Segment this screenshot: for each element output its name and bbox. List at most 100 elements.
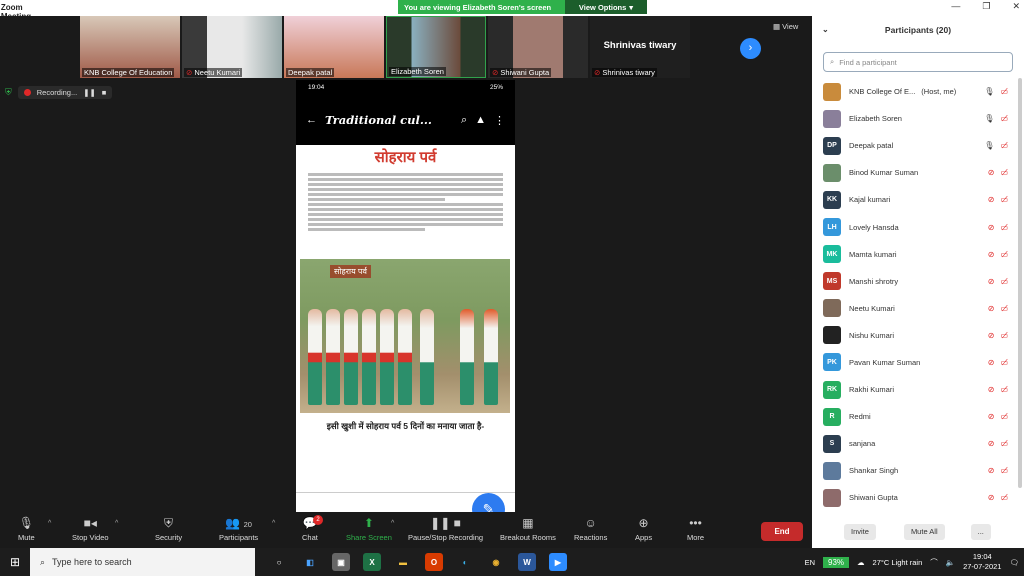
back-arrow-icon[interactable]: ← (306, 114, 317, 126)
invite-button[interactable]: Invite (844, 524, 876, 540)
mic-muted-icon[interactable]: ⊘ (988, 493, 995, 502)
network-icon[interactable]: ⌒ (930, 557, 938, 568)
mic-muted-icon[interactable]: ⊘ (988, 439, 995, 448)
chrome-icon[interactable]: ◉ (487, 553, 505, 571)
mic-muted-icon[interactable]: ⊘ (988, 223, 995, 232)
video-options-caret-icon[interactable]: ^ (115, 520, 118, 527)
participant-row[interactable]: MK Mamta kumari ⊘ ▭̸ (812, 241, 1024, 268)
task-view-icon[interactable]: ◧ (301, 553, 319, 571)
edge-icon[interactable]: ◐ (456, 553, 474, 571)
language-indicator[interactable]: EN (805, 558, 815, 567)
mute-all-button[interactable]: Mute All (903, 524, 945, 540)
video-off-icon[interactable]: ▭̸ (1000, 331, 1008, 340)
audio-options-caret-icon[interactable]: ^ (48, 520, 51, 527)
view-button[interactable]: ▦ View (773, 22, 798, 31)
stop-video-button[interactable]: ■◂ Stop Video (72, 516, 109, 542)
end-meeting-button[interactable]: End (761, 522, 803, 541)
participant-row[interactable]: LH Lovely Hansda ⊘ ▭̸ (812, 213, 1024, 240)
view-options-button[interactable]: View Options ▾ (565, 0, 647, 14)
video-off-icon[interactable]: ▭̸ (1000, 412, 1008, 421)
participant-row[interactable]: Nishu Kumari ⊘ ▭̸ (812, 322, 1024, 349)
maximize-icon[interactable]: ❐ (982, 1, 990, 12)
participant-row[interactable]: MS Manshi shrotry ⊘ ▭̸ (812, 268, 1024, 295)
microphone-icon[interactable]: 🎙 (984, 114, 994, 123)
participant-list-scrollbar[interactable] (1018, 78, 1022, 488)
excel-icon[interactable]: X (363, 553, 381, 571)
microphone-icon[interactable]: 🎙 (984, 87, 994, 96)
participant-row[interactable]: PK Pavan Kumar Suman ⊘ ▭̸ (812, 349, 1024, 376)
notifications-icon[interactable]: 🗨 (1009, 558, 1019, 567)
participant-row[interactable]: RK Rakhi Kumari ⊘ ▭̸ (812, 376, 1024, 403)
reactions-button[interactable]: ☺ Reactions (574, 516, 607, 542)
mic-muted-icon[interactable]: ⊘ (988, 277, 995, 286)
more-vert-icon[interactable]: ⋮ (494, 114, 505, 127)
video-tile-active[interactable]: Elizabeth Soren (386, 16, 486, 78)
video-tile[interactable]: KNB College Of Education (80, 16, 180, 78)
video-tile[interactable]: Deepak patal (284, 16, 384, 78)
mic-muted-icon[interactable]: ⊘ (988, 466, 995, 475)
zoom-taskbar-icon[interactable]: ▶ (549, 553, 567, 571)
video-off-icon[interactable]: ▭̸ (1000, 114, 1008, 123)
shared-screen[interactable]: 19:04 25% ← Traditional cul... ⌕ ▲ ⋮ सोह… (296, 80, 515, 513)
video-off-icon[interactable]: ▭̸ (1000, 277, 1008, 286)
participant-row[interactable]: KNB College Of E... (Host, me) 🎙 ▭̸ (812, 78, 1024, 105)
video-tile[interactable]: Shrinivas tiwary ⊘ Shrinivas tiwary (590, 16, 690, 78)
mic-muted-icon[interactable]: ⊘ (988, 195, 995, 204)
more-button[interactable]: ••• More (687, 516, 704, 542)
close-icon[interactable]: ✕ (1012, 1, 1020, 12)
share-screen-button[interactable]: ⬆ Share Screen (346, 516, 392, 542)
taskbar-search-input[interactable]: ⌕ Type here to search (30, 548, 255, 576)
participant-row[interactable]: Shiwani Gupta ⊘ ▭̸ (812, 484, 1024, 511)
mic-muted-icon[interactable]: ⊘ (988, 250, 995, 259)
microphone-icon[interactable]: 🎙 (984, 141, 994, 150)
participant-row[interactable]: R Redmi ⊘ ▭̸ (812, 403, 1024, 430)
participant-row[interactable]: Elizabeth Soren 🎙 ▭̸ (812, 105, 1024, 132)
video-off-icon[interactable]: ▭̸ (1000, 304, 1008, 313)
system-clock[interactable]: 19:04 27-07-2021 (963, 552, 1001, 572)
video-off-icon[interactable]: ▭̸ (1000, 493, 1008, 502)
video-off-icon[interactable]: ▭̸ (1000, 439, 1008, 448)
participant-row[interactable]: KK Kajal kumari ⊘ ▭̸ (812, 186, 1024, 213)
participant-row[interactable]: Ssanjana ⊘ ▭̸ (812, 430, 1024, 457)
participants-button[interactable]: 👥 20 Participants (219, 516, 258, 542)
participant-row[interactable]: Shankar Singh ⊘ ▭̸ (812, 457, 1024, 484)
video-off-icon[interactable]: ▭̸ (1000, 250, 1008, 259)
stop-icon[interactable]: ■ (102, 88, 107, 97)
video-off-icon[interactable]: ▭̸ (1000, 168, 1008, 177)
apps-button[interactable]: ⊕ Apps (635, 516, 652, 542)
video-tile[interactable]: ⊘ Shiwani Gupta (488, 16, 588, 78)
weather-text[interactable]: 27°C Light rain (873, 558, 923, 567)
mic-muted-icon[interactable]: ⊘ (988, 331, 995, 340)
video-off-icon[interactable]: ▭̸ (1000, 466, 1008, 475)
video-off-icon[interactable]: ▭̸ (1000, 195, 1008, 204)
mic-muted-icon[interactable]: ⊘ (988, 385, 995, 394)
video-off-icon[interactable]: ▭̸ (1000, 223, 1008, 232)
windows-start-icon[interactable]: ⊞ (0, 555, 30, 569)
video-off-icon[interactable]: ▭̸ (1000, 141, 1008, 150)
word-icon[interactable]: W (518, 553, 536, 571)
minimize-icon[interactable]: — (951, 1, 960, 12)
security-button[interactable]: ⛨ Security (155, 516, 182, 542)
participant-row[interactable]: DP Deepak patal 🎙 ▭̸ (812, 132, 1024, 159)
battery-indicator[interactable]: 93% (823, 556, 850, 568)
mic-muted-icon[interactable]: ⊘ (988, 358, 995, 367)
search-icon[interactable]: ⌕ (461, 114, 467, 127)
video-off-icon[interactable]: ▭̸ (1000, 385, 1008, 394)
participants-caret-icon[interactable]: ^ (272, 520, 275, 527)
breakout-rooms-button[interactable]: ▦ Breakout Rooms (500, 516, 556, 542)
mic-muted-icon[interactable]: ⊘ (988, 412, 995, 421)
mic-muted-icon[interactable]: ⊘ (988, 168, 995, 177)
mute-button[interactable]: 🎙 Mute (18, 516, 35, 542)
participant-search-input[interactable]: ⌕ Find a participant (823, 52, 1013, 72)
video-off-icon[interactable]: ▭̸ (1000, 87, 1008, 96)
next-page-button[interactable]: › (740, 38, 761, 59)
pause-icon[interactable]: ❚❚ (83, 88, 96, 97)
video-tile[interactable]: ⊘ Neetu Kumari (182, 16, 282, 78)
volume-icon[interactable]: 🔈 (946, 558, 955, 567)
office-icon[interactable]: O (425, 553, 443, 571)
store-icon[interactable]: ▣ (332, 553, 350, 571)
participant-row[interactable]: Neetu Kumari ⊘ ▭̸ (812, 295, 1024, 322)
pause-stop-recording-button[interactable]: ❚❚ ■ Pause/Stop Recording (408, 516, 483, 542)
participant-row[interactable]: Binod Kumar Suman ⊘ ▭̸ (812, 159, 1024, 186)
share-caret-icon[interactable]: ^ (391, 520, 394, 527)
